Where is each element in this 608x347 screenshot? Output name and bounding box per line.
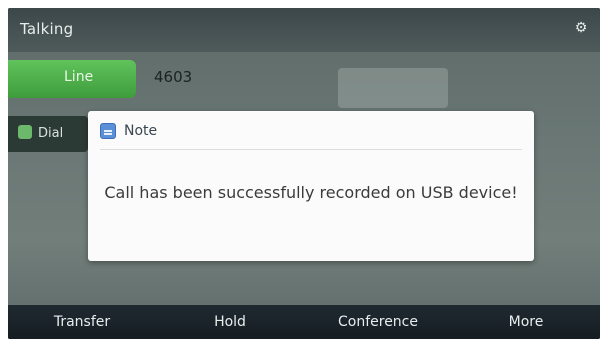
note-icon	[100, 123, 116, 139]
dial-key[interactable]: Dial	[8, 116, 88, 152]
softkey-bar: Transfer Hold Conference More	[8, 305, 600, 339]
dialog-message: Call has been successfully recorded on U…	[104, 183, 518, 202]
dial-icon	[18, 125, 32, 139]
status-title: Talking	[20, 20, 74, 38]
phone-screen: Talking ⚙ Line 4603 Dial Note Call has b…	[8, 8, 600, 339]
softkey-transfer[interactable]: Transfer	[8, 305, 156, 339]
settings-icon[interactable]: ⚙	[572, 19, 590, 37]
dialog-header: Note	[100, 121, 157, 141]
softkey-conference[interactable]: Conference	[304, 305, 452, 339]
line-key-label: Line	[64, 69, 94, 85]
dialog-divider	[100, 149, 522, 150]
call-number: 4603	[154, 68, 193, 86]
dialog-title: Note	[124, 123, 158, 139]
line-key[interactable]: Line	[8, 60, 136, 98]
dial-key-label: Dial	[38, 126, 64, 141]
phone-screen-frame: Talking ⚙ Line 4603 Dial Note Call has b…	[8, 8, 600, 339]
background-panel	[338, 68, 448, 108]
note-dialog[interactable]: Note Call has been successfully recorded…	[88, 111, 534, 261]
softkey-hold[interactable]: Hold	[156, 305, 304, 339]
status-bar: Talking ⚙	[8, 8, 600, 52]
softkey-more[interactable]: More	[452, 305, 600, 339]
